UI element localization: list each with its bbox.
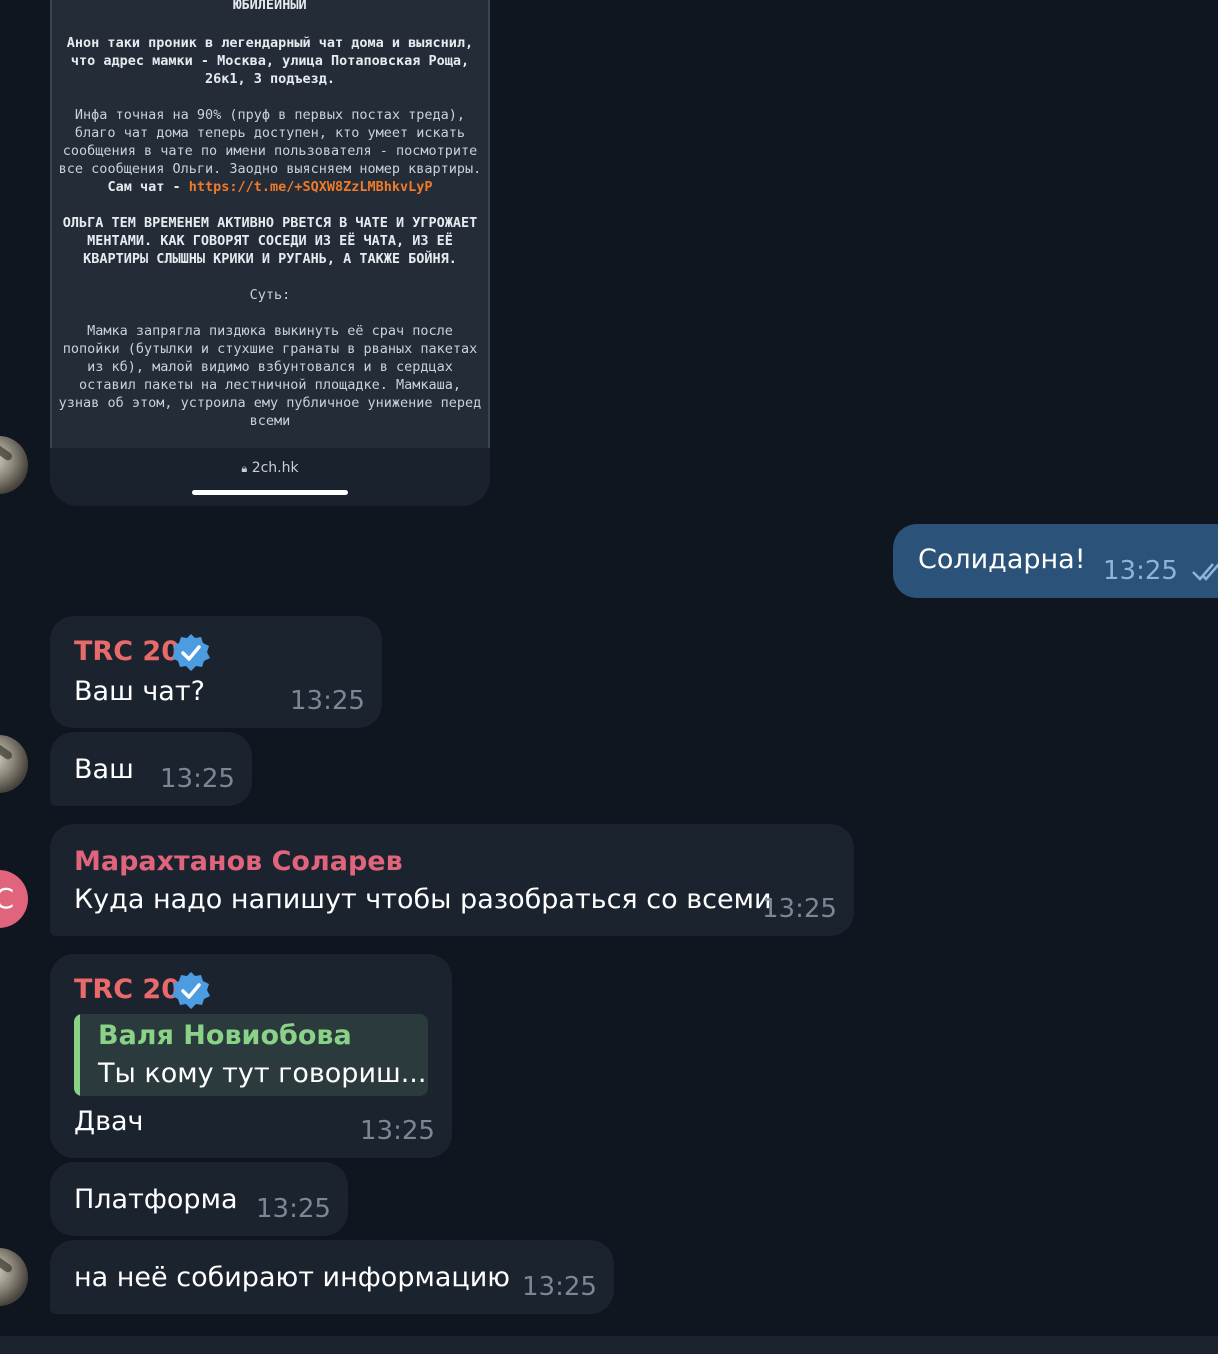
- composer-bar-edge: [0, 1336, 1218, 1354]
- lock-icon: 🔒︎: [241, 462, 248, 475]
- message-time: 13:25: [522, 1272, 597, 1302]
- sender-name[interactable]: Марахтанов Соларев: [74, 846, 403, 877]
- avatar-initial: С: [0, 882, 14, 915]
- home-indicator: [192, 490, 348, 495]
- preview-heading: ЮБИЛЕЙНЫЙ: [233, 0, 307, 13]
- avatar[interactable]: С: [0, 870, 28, 928]
- avatar[interactable]: [0, 1248, 28, 1306]
- message-time: 13:25: [160, 764, 235, 794]
- message-time: 13:25: [290, 686, 365, 716]
- reply-text: Ты кому тут говориш...: [98, 1058, 427, 1089]
- preview-paragraph-1: Анон таки проник в легендарный чат дома …: [66, 35, 474, 87]
- double-check-icon: [1192, 563, 1218, 581]
- incoming-message[interactable]: Марахтанов Соларев Куда надо напишут что…: [50, 824, 854, 936]
- reply-quote[interactable]: Валя Новиобова Ты кому тут говориш...: [74, 1014, 428, 1096]
- message-text: на неё собирают информацию: [74, 1262, 511, 1293]
- preview-chat-line: Сам чат - https://t.me/+SQXW8ZzLMBhkvLyP: [58, 178, 482, 196]
- verified-badge-icon: [172, 634, 210, 671]
- outgoing-message[interactable]: Солидарна! 13:25: [893, 524, 1218, 598]
- preview-url-bar[interactable]: 🔒︎ 2ch.hk: [50, 460, 490, 476]
- incoming-message[interactable]: на неё собирают информацию 13:25: [50, 1240, 614, 1314]
- incoming-message[interactable]: TRC 20 Валя Новиобова Ты кому тут говори…: [50, 954, 452, 1158]
- incoming-message[interactable]: TRC 20 Ваш чат? 13:25: [50, 616, 382, 728]
- message-time: 13:25: [256, 1194, 331, 1224]
- avatar[interactable]: [0, 436, 28, 494]
- message-time: 13:25: [1103, 556, 1178, 586]
- message-time: 13:25: [762, 894, 837, 924]
- sender-name[interactable]: TRC 20: [74, 974, 180, 1005]
- avatar[interactable]: [0, 735, 28, 793]
- sender-name[interactable]: TRC 20: [74, 636, 180, 667]
- preview-paragraph-3: ОЛЬГА ТЕМ ВРЕМЕНЕМ АКТИВНО РВЕТСЯ В ЧАТЕ…: [62, 215, 478, 267]
- web-preview-page: ЮБИЛЕЙНЫЙ Анон таки проник в легендарный…: [50, 0, 490, 448]
- preview-paragraph-4: Мамка запрягла пиздюка выкинуть её срач …: [58, 323, 482, 429]
- incoming-message[interactable]: Ваш 13:25: [50, 732, 252, 806]
- message-text: Платформа: [74, 1184, 238, 1215]
- message-text: Ваш чат?: [74, 676, 205, 707]
- web-preview-card[interactable]: ЮБИЛЕЙНЫЙ Анон таки проник в легендарный…: [50, 0, 490, 506]
- reply-sender-name: Валя Новиобова: [98, 1020, 352, 1051]
- message-text: Ваш: [74, 754, 134, 785]
- preview-summary-label: Суть:: [249, 287, 291, 303]
- incoming-message[interactable]: Платформа 13:25: [50, 1162, 348, 1236]
- verified-badge-icon: [172, 972, 210, 1009]
- preview-chat-link[interactable]: https://t.me/+SQXW8ZzLMBhkvLyP: [189, 179, 433, 195]
- message-time: 13:25: [360, 1116, 435, 1146]
- message-text: Двач: [74, 1106, 144, 1137]
- message-text: Куда надо напишут чтобы разобраться со в…: [74, 884, 772, 915]
- message-text: Солидарна!: [918, 544, 1086, 575]
- preview-paragraph-2: Инфа точная на 90% (пруф в первых постах…: [58, 107, 482, 177]
- preview-url-text: 2ch.hk: [251, 460, 299, 476]
- preview-chat-label: Сам чат -: [107, 179, 189, 195]
